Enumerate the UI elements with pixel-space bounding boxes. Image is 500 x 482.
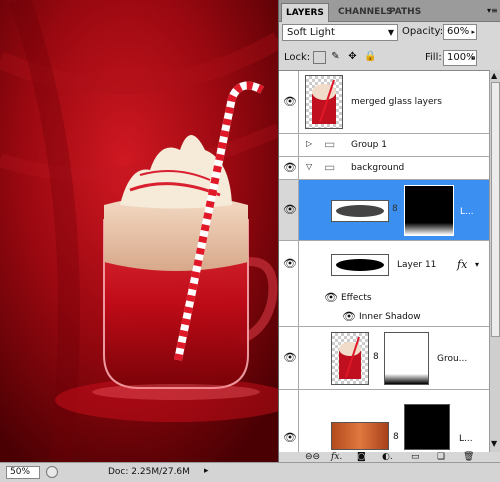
visibility-cell[interactable] [279,134,299,156]
layer-name: Grou... [437,354,468,364]
eye-icon[interactable]: 👁 [282,204,298,216]
tab-layers[interactable]: LAYERS [281,3,329,22]
fx-icon[interactable]: fx [457,258,467,271]
lock-move-icon[interactable]: ✥ [347,51,358,62]
layer-row[interactable]: 👁 8 Grou... [279,327,489,390]
layer-thumbnail [331,422,389,450]
adjustment-icon[interactable]: ◐. [382,452,393,462]
panel-bottom-toolbar: ⊖⊖ fx. ◙ ◐. ▭ ❏ 🗑 [279,452,500,462]
visibility-cell[interactable]: 👁 [279,390,299,452]
chevron-right-icon: ▸ [471,28,475,36]
effects-row[interactable]: 👁 Effects [279,289,489,308]
layers-panel: LAYERS CHANNELS PATHS ▾≡ Soft Light ▼ Op… [278,0,500,462]
layer-name: Layer 11 [397,260,437,270]
folder-icon: ▭ [324,160,336,174]
visibility-cell[interactable]: 👁 [279,180,299,240]
eye-icon[interactable]: 👁 [282,258,298,270]
layer-row[interactable]: 👁 merged glass layers [279,71,489,134]
status-menu-icon[interactable]: ▸ [204,466,209,476]
layer-name: Group 1 [351,140,387,150]
lock-brush-icon[interactable]: ✎ [330,51,341,62]
scrollbar-thumb[interactable] [491,82,500,337]
layer-mask-thumbnail[interactable] [384,332,429,385]
eye-icon[interactable]: 👁 [282,432,298,444]
layer-mask-thumbnail[interactable] [404,404,450,450]
layer-row[interactable]: 👁 ▽ ▭ background [279,157,489,180]
chevron-down-icon: ▼ [387,28,394,37]
layer-row[interactable]: ▷ ▭ Group 1 [279,134,489,157]
visibility-cell[interactable]: 👁 [279,241,299,289]
layer-name: background [351,163,405,173]
chain-link-icon[interactable]: 8 [393,432,399,442]
lock-transparency-icon[interactable] [313,51,326,64]
layer-thumbnail [305,75,343,129]
new-group-icon[interactable]: ▭ [411,452,420,462]
effect-name: Inner Shadow [359,312,421,322]
eye-icon[interactable]: 👁 [282,162,298,174]
layer-thumbnail [331,200,389,222]
layer-name: L... [460,207,474,217]
folder-icon: ▭ [324,137,336,151]
layers-list: 👁 merged glass layers ▷ ▭ Group 1 👁 ▽ ▭ … [279,70,489,453]
layers-scrollbar[interactable]: ▲ ▼ [489,70,500,452]
opacity-input[interactable]: 60% ▸ [443,24,477,40]
layer-thumbnail [331,254,389,276]
new-layer-icon[interactable]: ❏ [437,452,445,462]
lock-label: Lock: [284,52,311,63]
layer-thumbnail [331,332,369,385]
lock-all-icon[interactable]: 🔒 [364,51,376,62]
zoom-input[interactable]: 50% [6,466,40,479]
tab-paths[interactable]: PATHS [385,3,425,21]
opacity-label: Opacity: [402,26,444,37]
mask-icon[interactable]: ◙ [357,452,366,462]
fill-input[interactable]: 100% ▸ [443,50,477,66]
eye-icon[interactable]: 👁 [323,292,339,304]
effects-label: Effects [341,293,372,303]
layer-name: merged glass layers [351,97,442,107]
blend-mode-select[interactable]: Soft Light ▼ [282,24,398,41]
eye-icon[interactable]: 👁 [341,311,357,323]
visibility-cell[interactable] [279,289,299,308]
panel-menu-icon[interactable]: ▾≡ [487,6,498,15]
layer-name: L... [459,434,473,444]
effect-row[interactable]: 👁 Inner Shadow [279,308,489,327]
chevron-right-icon: ▸ [471,54,475,62]
artwork-image [0,0,278,462]
opacity-value: 60% [447,26,470,37]
trash-icon[interactable]: 🗑 [463,452,474,462]
visibility-cell[interactable]: 👁 [279,327,299,389]
chain-link-icon[interactable]: 8 [373,352,379,362]
layer-row-selected[interactable]: 👁 8 L... [279,180,489,241]
visibility-cell[interactable] [279,308,299,326]
chain-link-icon[interactable]: 8 [392,204,398,214]
document-size: Doc: 2.25M/27.6M [108,467,190,477]
status-bar: 50% Doc: 2.25M/27.6M ▸ [0,462,500,482]
layer-row[interactable]: 👁 8 L... [279,390,489,453]
scroll-down-icon[interactable]: ▼ [491,439,497,448]
chevron-down-icon[interactable]: ▾ [475,260,479,269]
layer-mask-thumbnail[interactable] [404,185,454,236]
blend-mode-value: Soft Light [287,27,335,38]
visibility-cell[interactable]: 👁 [279,157,299,179]
fx-icon[interactable]: fx. [331,452,342,462]
panel-tabs: LAYERS CHANNELS PATHS ▾≡ [279,0,500,22]
eye-icon[interactable]: 👁 [282,352,298,364]
scroll-up-icon[interactable]: ▲ [491,71,497,80]
fill-label: Fill: [425,52,442,63]
zoom-icon[interactable] [46,466,58,478]
document-canvas[interactable] [0,0,278,462]
link-layers-icon[interactable]: ⊖⊖ [305,452,320,462]
visibility-cell[interactable]: 👁 [279,71,299,133]
eye-icon[interactable]: 👁 [282,96,298,108]
chevron-down-icon[interactable]: ▽ [306,162,312,171]
chevron-right-icon[interactable]: ▷ [306,139,312,148]
layer-row[interactable]: 👁 Layer 11 fx ▾ [279,241,489,289]
